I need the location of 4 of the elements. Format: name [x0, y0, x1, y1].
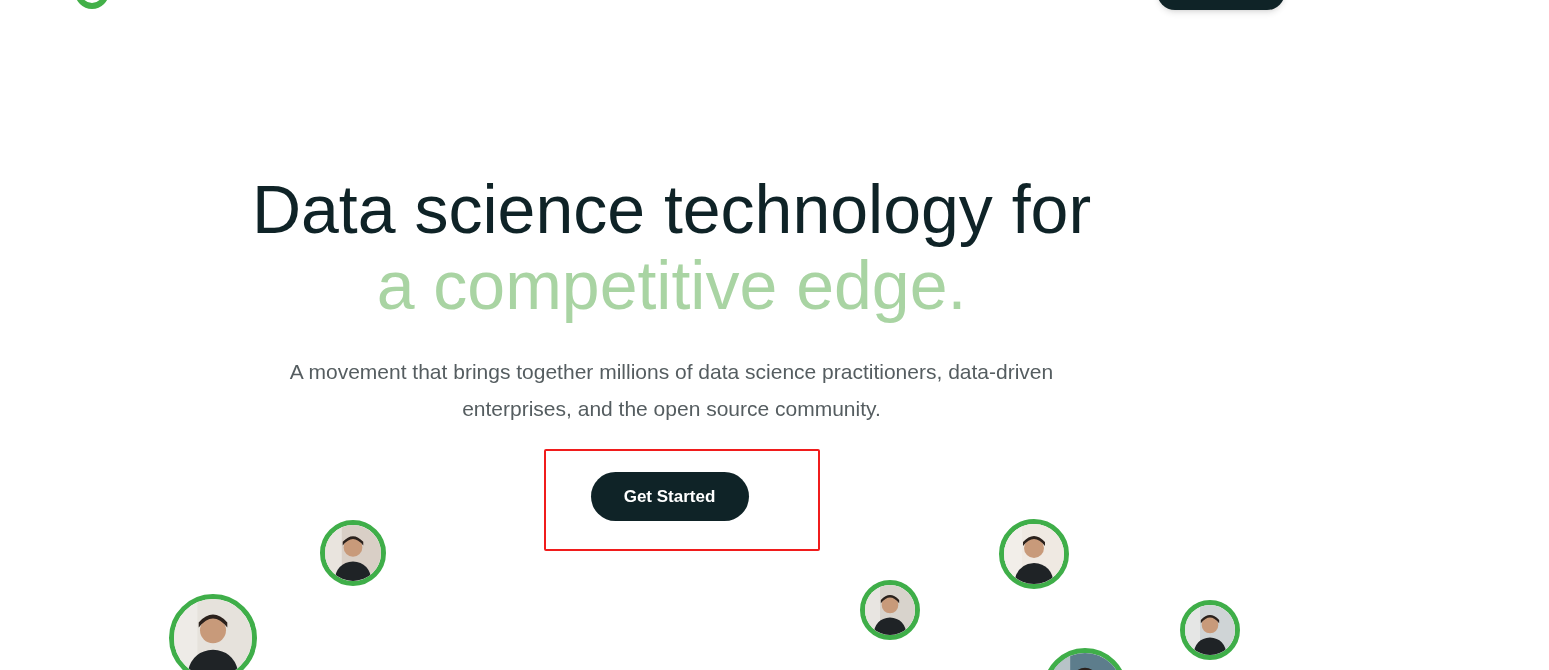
hero-headline: Data science technology for	[251, 171, 1092, 247]
hero-headline-accent: a competitive edge.	[376, 247, 967, 323]
get-started-button[interactable]: Get Started	[590, 472, 749, 521]
hero-description: A movement that brings together millions of data science practitioners, data-driven enterprises, and the open source community.	[288, 359, 1055, 422]
